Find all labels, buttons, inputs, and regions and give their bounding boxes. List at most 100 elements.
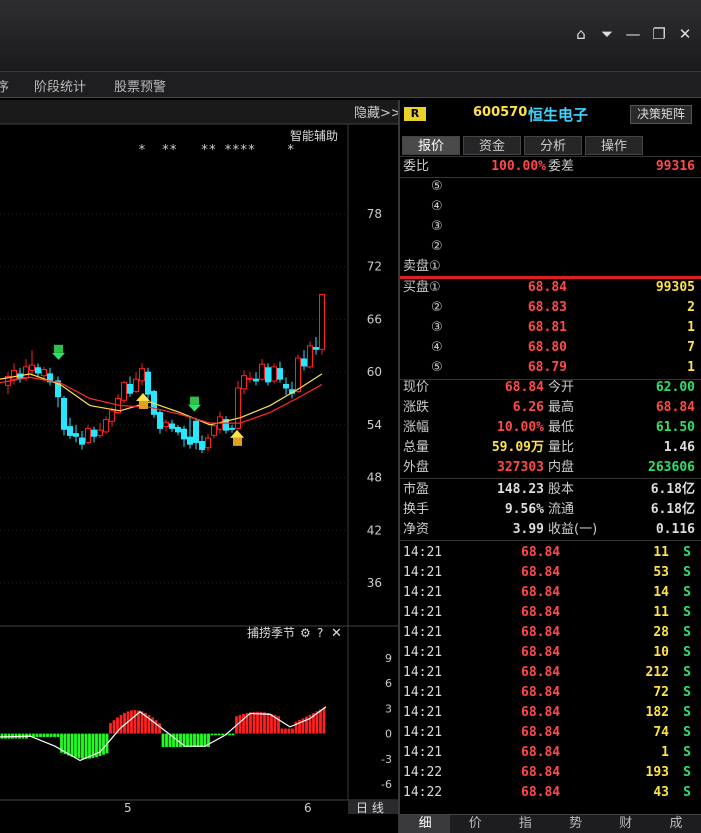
down-candle[interactable] <box>73 424 79 443</box>
buy-row[interactable]: 买盘① 68.84 99305 <box>400 278 701 298</box>
kline-chart-area[interactable]: 隐藏>> 智能辅助 * ** ** **** * 78 72 66 60 54 48 42 3… <box>0 100 402 815</box>
minimize-icon[interactable]: — <box>625 26 641 42</box>
up-candle[interactable] <box>103 416 109 434</box>
indicator-tick-label: 0 <box>385 728 392 741</box>
up-candle[interactable] <box>133 372 139 394</box>
buy-row[interactable]: ② 68.83 2 <box>400 298 701 318</box>
down-candle[interactable] <box>91 426 97 443</box>
down-candle[interactable] <box>145 367 151 399</box>
restore-icon[interactable]: ❐ <box>651 26 667 42</box>
up-candle[interactable] <box>235 380 241 430</box>
indicator-bar-negative <box>228 733 231 736</box>
kline-chart[interactable]: 隐藏>> 智能辅助 * ** ** **** * 787266605448423… <box>0 100 402 815</box>
window-controls: ⌂ ⏷ — ❐ ✕ <box>573 26 693 42</box>
sell-row[interactable]: ② <box>400 237 701 257</box>
down-candle[interactable] <box>223 416 229 434</box>
down-candle[interactable] <box>253 372 259 386</box>
indicator-tick-label: -3 <box>381 753 392 766</box>
down-candle[interactable] <box>61 395 67 436</box>
up-candle[interactable] <box>121 380 127 403</box>
tab-analysis[interactable]: 分析 <box>524 136 582 155</box>
up-candle[interactable] <box>97 423 103 439</box>
tab-price[interactable]: 价 <box>450 815 500 833</box>
up-candle[interactable] <box>5 372 11 395</box>
buy-level-label: ⑤ <box>431 360 443 375</box>
close-icon[interactable]: ✕ <box>677 26 693 42</box>
up-candle[interactable] <box>247 372 253 383</box>
tab-partial[interactable]: 序 <box>0 76 9 95</box>
period-selector[interactable]: 日 线 <box>356 801 384 815</box>
down-candle[interactable] <box>313 337 319 355</box>
signal-stars: * ** ** **** * <box>138 143 295 158</box>
down-candle[interactable] <box>229 424 235 433</box>
tick-side: S <box>683 725 691 740</box>
up-candle[interactable] <box>205 433 211 452</box>
up-candle[interactable] <box>139 363 145 386</box>
indicator-bar-positive <box>322 707 326 734</box>
down-candle[interactable] <box>181 425 187 447</box>
tab-index[interactable]: 指 <box>500 815 550 833</box>
up-candle[interactable] <box>11 363 17 385</box>
down-candle[interactable] <box>169 419 175 432</box>
down-candle[interactable] <box>175 424 181 436</box>
indicator-bar-positive <box>133 710 137 734</box>
tick-price: 68.84 <box>521 545 561 560</box>
down-candle[interactable] <box>277 361 283 383</box>
indicator-bar-negative <box>186 733 189 748</box>
up-candle[interactable] <box>211 424 217 439</box>
tick-side: S <box>683 705 691 720</box>
down-candle[interactable] <box>47 367 53 386</box>
down-candle[interactable] <box>193 417 199 450</box>
sell-row[interactable]: 卖盘① <box>400 257 701 277</box>
indicator-bar-positive <box>252 711 256 734</box>
tab-finance[interactable]: 财 <box>601 815 651 833</box>
help-icon[interactable]: ? <box>317 626 323 640</box>
up-candle[interactable] <box>259 358 265 381</box>
tab-detail[interactable]: 细 <box>400 815 451 833</box>
dropdown-icon[interactable]: ⏷ <box>599 26 615 42</box>
up-candle[interactable] <box>29 350 35 376</box>
down-candle[interactable] <box>157 409 163 434</box>
down-candle[interactable] <box>79 431 85 450</box>
up-candle[interactable] <box>307 341 313 369</box>
settings-gear-icon[interactable]: ⚙ <box>300 626 311 640</box>
down-candle[interactable] <box>283 377 289 395</box>
tab-trend[interactable]: 势 <box>551 815 601 833</box>
sell-row[interactable]: ④ <box>400 197 701 217</box>
decision-matrix-button[interactable]: 决策矩阵 <box>630 105 692 124</box>
tab-funds[interactable]: 资金 <box>463 136 521 155</box>
buy-row[interactable]: ④ 68.80 7 <box>400 338 701 358</box>
down-candle[interactable] <box>301 350 307 371</box>
down-candle[interactable] <box>127 376 133 397</box>
sell-row[interactable]: ③ <box>400 217 701 237</box>
down-candle[interactable] <box>187 417 193 449</box>
up-candle[interactable] <box>271 363 277 384</box>
hide-toggle[interactable]: 隐藏>> <box>354 106 402 121</box>
indicator-bar-negative <box>84 733 88 759</box>
up-candle[interactable] <box>319 293 325 355</box>
stat-label: 量比 <box>548 440 575 455</box>
buy-row[interactable]: ③ 68.81 1 <box>400 318 701 338</box>
up-candle[interactable] <box>241 370 247 395</box>
tick-price: 68.84 <box>521 725 561 740</box>
up-candle[interactable] <box>85 424 91 445</box>
tick-time: 14:21 <box>403 625 443 640</box>
tab-operation[interactable]: 操作 <box>585 136 643 155</box>
tab-stock-alert[interactable]: 股票预警 <box>114 76 166 95</box>
up-candle[interactable] <box>163 419 169 432</box>
smart-assist-label[interactable]: 智能辅助 <box>290 128 338 143</box>
tab-constituents[interactable]: 成 <box>651 815 701 833</box>
close-indicator-icon[interactable]: ✕ <box>331 626 342 641</box>
trade-tick-row: 14:21 68.84 14 S <box>400 583 701 603</box>
buy-row[interactable]: ⑤ 68.79 1 <box>400 358 701 378</box>
down-candle[interactable] <box>265 363 271 386</box>
down-candle[interactable] <box>67 417 73 439</box>
tab-stage-stats[interactable]: 阶段统计 <box>34 76 86 95</box>
down-candle[interactable] <box>35 363 41 378</box>
down-candle[interactable] <box>55 376 61 408</box>
sell-row[interactable]: ⑤ <box>400 177 701 197</box>
down-candle[interactable] <box>289 381 295 399</box>
tab-quote[interactable]: 报价 <box>402 136 460 155</box>
home-icon[interactable]: ⌂ <box>573 26 589 42</box>
down-candle[interactable] <box>199 435 205 453</box>
